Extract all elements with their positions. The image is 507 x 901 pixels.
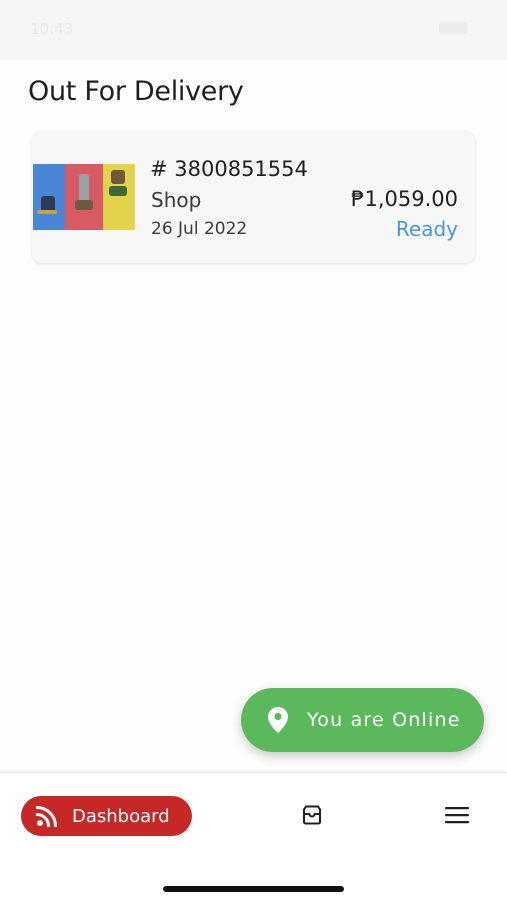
bottom-navigation: Dashboard bbox=[0, 772, 507, 901]
product-collage-image bbox=[33, 164, 135, 230]
online-status-label: You are Online bbox=[307, 709, 461, 731]
status-bar: 10:43 bbox=[0, 0, 507, 60]
order-date: 26 Jul 2022 bbox=[151, 219, 248, 239]
hamburger-menu-icon bbox=[445, 806, 469, 828]
rss-feed-icon bbox=[35, 804, 59, 828]
order-status-badge: Ready bbox=[395, 217, 458, 241]
status-time: 10:43 bbox=[30, 20, 74, 38]
nav-menu-button[interactable] bbox=[442, 802, 472, 832]
order-card[interactable]: # 3800851554 Shop 26 Jul 2022 ₱1,059.00 … bbox=[32, 131, 475, 263]
page-title: Out For Delivery bbox=[28, 76, 244, 107]
order-amount: ₱1,059.00 bbox=[351, 187, 458, 211]
home-indicator[interactable] bbox=[163, 886, 344, 892]
inbox-icon bbox=[301, 805, 323, 829]
order-number: # 3800851554 bbox=[150, 157, 308, 181]
online-status-button[interactable]: You are Online bbox=[241, 688, 484, 752]
system-indicators bbox=[439, 22, 467, 34]
nav-inbox-button[interactable] bbox=[297, 802, 327, 832]
store-name: Shop bbox=[151, 188, 202, 212]
location-pin-icon bbox=[267, 706, 289, 734]
nav-dashboard-label: Dashboard bbox=[72, 805, 170, 827]
nav-dashboard-button[interactable]: Dashboard bbox=[21, 796, 192, 836]
